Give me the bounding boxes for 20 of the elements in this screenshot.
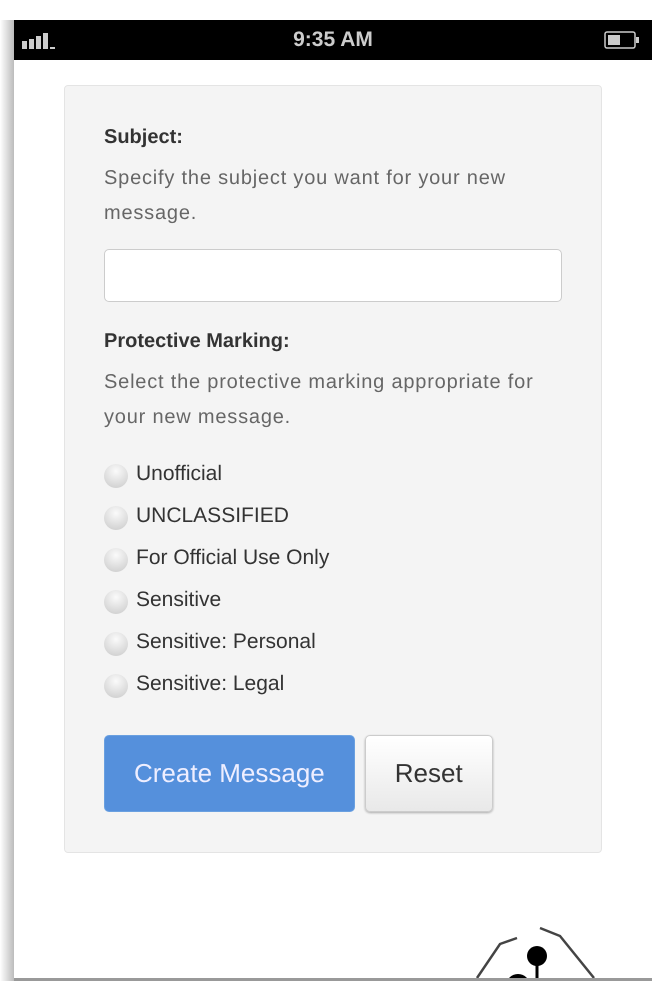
- radio-button[interactable]: [104, 506, 128, 530]
- field-label: Protective Marking:: [104, 330, 291, 353]
- option-label: UNCLASSIFIED: [136, 504, 289, 528]
- reset-button[interactable]: Reset: [364, 735, 493, 812]
- radio-button[interactable]: [104, 548, 128, 572]
- field-label: Subject:: [104, 126, 184, 149]
- radio-button[interactable]: [104, 590, 128, 614]
- option-label: Sensitive: Legal: [136, 672, 284, 696]
- radio-button[interactable]: [104, 632, 128, 656]
- option-label: Sensitive: Personal: [136, 630, 316, 654]
- option-label: Sensitive: [136, 588, 222, 612]
- radio-button[interactable]: [104, 674, 128, 698]
- subject-field[interactable]: [104, 249, 562, 302]
- battery-icon: [604, 31, 640, 49]
- help-text: Select the protective marking appropriate for your new message.: [104, 370, 535, 430]
- help-text: Specify the subject you want for your new message.: [104, 166, 507, 226]
- status-time: 9:35 AM: [293, 28, 373, 52]
- option-label: For Official Use Only: [136, 546, 330, 570]
- option-label: Unofficial: [136, 462, 222, 486]
- radio-button[interactable]: [104, 464, 128, 488]
